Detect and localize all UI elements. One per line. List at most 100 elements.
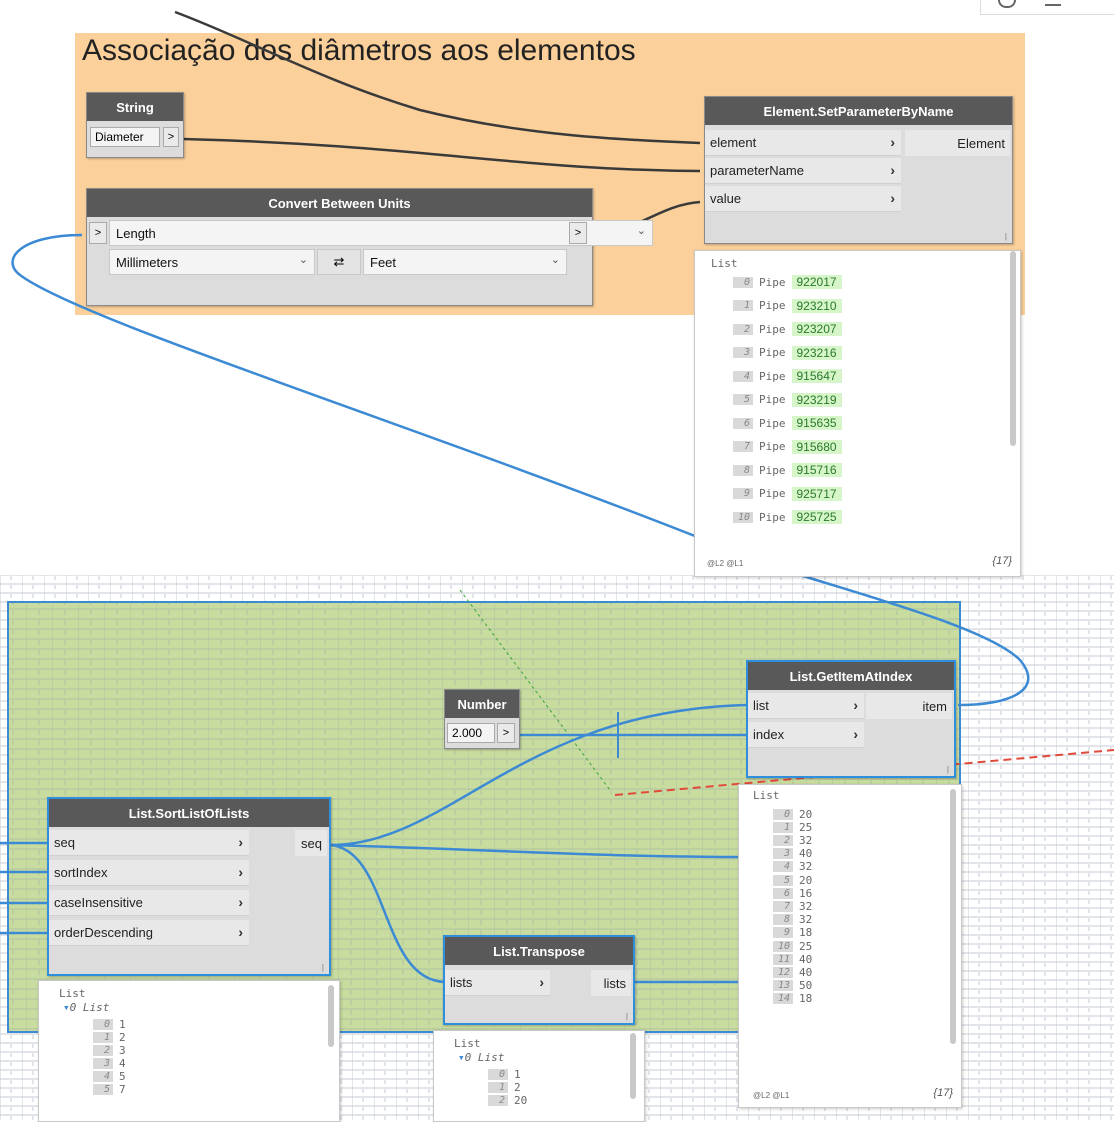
port-seq[interactable]: seq › <box>49 830 249 856</box>
item-type: Pipe <box>759 463 786 477</box>
preview-label: List <box>753 789 780 802</box>
port-label: caseInsensitive <box>54 895 143 910</box>
item-value: 923219 <box>791 392 842 407</box>
output-lists[interactable]: lists <box>591 970 631 996</box>
port-label: lists <box>450 975 473 990</box>
item-index: 2 <box>733 323 753 335</box>
node-title: Element.SetParameterByName <box>705 97 1012 125</box>
scrollbar[interactable] <box>1010 251 1016 446</box>
number-input[interactable]: 2.000 <box>447 723 495 743</box>
list-item: 14 18 <box>773 990 812 1008</box>
item-index: 9 <box>733 488 753 499</box>
port-label: index <box>753 727 785 742</box>
port-list[interactable]: list › <box>748 693 864 719</box>
sort-list-of-lists-node[interactable]: List.SortListOfLists seq › sortIndex › cas… <box>47 797 331 976</box>
item-type: Pipe <box>759 393 786 406</box>
minus-icon[interactable] <box>1045 4 1061 6</box>
node-state-mark: | <box>321 963 324 972</box>
output-item[interactable]: item <box>866 693 952 719</box>
item-type: Pipe <box>759 346 786 359</box>
sublist-label: ▾0 List <box>458 1051 505 1064</box>
to-unit-select[interactable]: Feet ⌄ <box>363 249 567 275</box>
port-sortindex[interactable]: sortIndex › <box>49 860 249 886</box>
number-output-port[interactable]: > <box>497 723 515 743</box>
preview-transposed[interactable]: List ▾0 List 0 1 1 2 2 20 <box>433 1030 645 1122</box>
sublist-text: 0 List <box>464 1051 505 1064</box>
item-type: Pipe <box>759 416 786 430</box>
list-item: 7 Pipe 915680 <box>733 438 842 456</box>
preview-pipes[interactable]: List 0 Pipe 922017 1 Pipe 923210 2 Pipe 923207 3 P… <box>694 250 1021 577</box>
string-output-port[interactable]: > <box>163 127 179 147</box>
port-label: value <box>710 191 742 206</box>
chevron-right-icon: › <box>238 864 243 880</box>
swap-units-button[interactable]: ⇄ <box>317 249 361 275</box>
list-item: 1 Pipe 923210 <box>733 297 842 315</box>
chevron-down-icon: ⌄ <box>298 254 308 266</box>
item-type: Pipe <box>759 299 786 312</box>
chevron-right-icon: › <box>238 894 243 910</box>
item-value: 18 <box>799 992 813 1006</box>
item-value: 7 <box>119 1082 126 1096</box>
scrollbar[interactable] <box>630 1033 636 1099</box>
item-value: 915647 <box>791 369 842 383</box>
string-input[interactable]: Diameter <box>90 127 160 147</box>
chevron-right-icon: › <box>890 190 895 206</box>
list-item: 10 Pipe 925725 <box>733 508 842 526</box>
port-label: parameterName <box>710 163 804 178</box>
item-index: 1 <box>733 300 753 311</box>
item-value: 20 <box>514 1093 528 1107</box>
port-value[interactable]: value › <box>705 186 901 212</box>
port-element[interactable]: element › <box>705 130 901 156</box>
item-value: 923210 <box>791 298 842 313</box>
from-unit-select[interactable]: Millimeters ⌄ <box>109 249 315 275</box>
convert-input-port[interactable]: > <box>89 222 107 244</box>
port-orderdescending[interactable]: orderDescending › <box>49 920 249 946</box>
output-element[interactable]: Element <box>905 130 1010 156</box>
port-label: list <box>753 698 769 713</box>
list-transpose-node[interactable]: List.Transpose lists › lists | <box>443 935 635 1025</box>
port-caseinsensitive[interactable]: caseInsensitive › <box>49 890 249 916</box>
item-index: 0 <box>733 276 753 288</box>
output-seq[interactable]: seq <box>295 830 327 856</box>
node-title: Number <box>445 690 519 718</box>
preview-sorted[interactable]: List ▾0 List 011223344557 <box>38 980 340 1122</box>
list-item: 9 Pipe 925717 <box>733 485 842 503</box>
convert-output-port[interactable]: > <box>569 222 587 244</box>
port-lists[interactable]: lists › <box>445 970 550 996</box>
item-value: 922017 <box>791 275 842 289</box>
port-label: seq <box>54 835 75 850</box>
node-state-mark: | <box>625 1012 628 1021</box>
preview-label: List <box>711 257 738 270</box>
port-label: sortIndex <box>54 865 108 880</box>
string-node[interactable]: String Diameter > <box>86 92 184 158</box>
chevron-down-icon: ⌄ <box>636 225 646 237</box>
port-parametername[interactable]: parameterName › <box>705 158 901 184</box>
item-value: 925725 <box>791 510 842 524</box>
sublist-text: 0 List <box>69 1001 110 1014</box>
item-index: 4 <box>733 370 753 382</box>
item-index: 10 <box>733 511 753 523</box>
preview-diameters[interactable]: List 0 20 1 25 2 32 3 40 4 32 5 20 6 16 7 32 8 32 9 18 10 25 1… <box>738 784 962 1108</box>
list-count: {17} <box>933 1087 953 1099</box>
list-levels: @L2 @L1 <box>753 1091 790 1100</box>
get-item-at-index-node[interactable]: List.GetItemAtIndex list › index › item | <box>746 660 956 778</box>
scrollbar[interactable] <box>950 789 956 1044</box>
number-node[interactable]: Number 2.000 > <box>444 689 520 749</box>
item-index: 8 <box>733 464 753 476</box>
set-parameter-node[interactable]: Element.SetParameterByName element › para… <box>704 96 1013 244</box>
item-type: Pipe <box>759 369 786 383</box>
scrollbar[interactable] <box>328 985 334 1047</box>
selected-value: Length <box>116 225 156 241</box>
item-index: 5 <box>93 1083 113 1095</box>
convert-units-node[interactable]: Convert Between Units > Length ⌄ > Millim… <box>86 188 653 306</box>
list-count: {17} <box>992 555 1012 567</box>
list-item: 2 Pipe 923207 <box>733 320 842 338</box>
chevron-right-icon: › <box>238 924 243 940</box>
node-title: List.SortListOfLists <box>49 799 329 827</box>
item-value: 923207 <box>791 322 842 336</box>
node-state-mark: | <box>946 765 949 774</box>
item-value: 915716 <box>791 463 842 477</box>
port-index[interactable]: index › <box>748 722 864 748</box>
item-value: 925717 <box>791 486 842 501</box>
list-item: 2 20 <box>488 1091 527 1109</box>
